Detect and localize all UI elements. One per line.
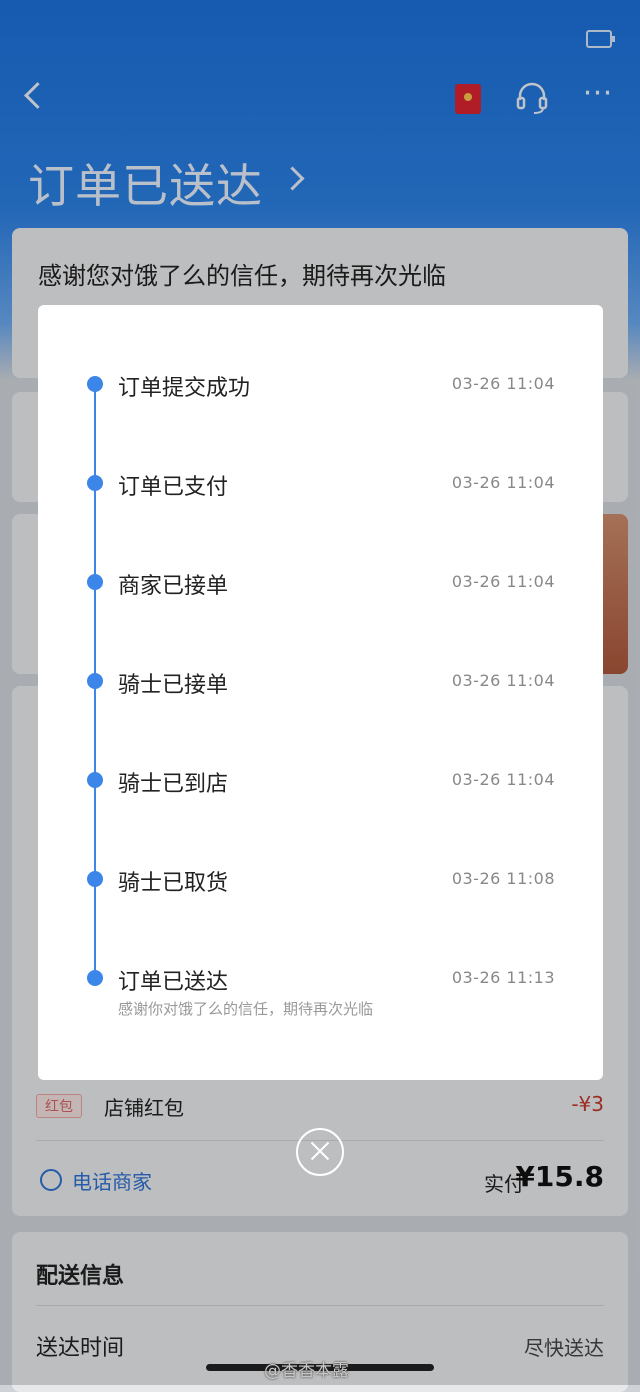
timeline-dot <box>87 673 103 689</box>
timeline-dot <box>87 475 103 491</box>
timeline-step: 订单已送达 03-26 11:13 感谢你对饿了么的信任，期待再次光临 <box>38 964 603 1024</box>
timeline-dot <box>87 574 103 590</box>
step-time: 03-26 11:13 <box>451 968 555 987</box>
step-time: 03-26 11:04 <box>451 671 555 690</box>
step-label: 骑士已到店 <box>118 772 229 797</box>
step-time: 03-26 11:04 <box>451 374 555 393</box>
step-label: 订单已送达 <box>118 970 229 995</box>
timeline-dot <box>87 772 103 788</box>
timeline-step: 骑士已接单 03-26 11:04 <box>38 667 603 727</box>
step-time: 03-26 11:04 <box>451 770 555 789</box>
step-time: 03-26 11:08 <box>451 869 555 888</box>
step-label: 商家已接单 <box>118 574 229 599</box>
close-modal-button[interactable] <box>296 1128 344 1176</box>
timeline-step: 骑士已取货 03-26 11:08 <box>38 865 603 925</box>
timeline-step: 商家已接单 03-26 11:04 <box>38 568 603 628</box>
timeline-step: 骑士已到店 03-26 11:04 <box>38 766 603 826</box>
timeline-dot <box>87 970 103 986</box>
timeline-dot <box>87 376 103 392</box>
step-label: 订单已支付 <box>118 475 229 500</box>
step-note: 感谢你对饿了么的信任，期待再次光临 <box>118 1000 374 1018</box>
step-time: 03-26 11:04 <box>451 473 555 492</box>
step-time: 03-26 11:04 <box>451 572 555 591</box>
timeline-dot <box>87 871 103 887</box>
step-label: 骑士已接单 <box>118 673 229 698</box>
timeline-step: 订单提交成功 03-26 11:04 <box>38 370 603 430</box>
step-label: 订单提交成功 <box>118 376 251 401</box>
step-label: 骑士已取货 <box>118 871 229 896</box>
order-timeline-modal: 订单提交成功 03-26 11:04 订单已支付 03-26 11:04 商家已… <box>38 305 603 1080</box>
timeline-step: 订单已支付 03-26 11:04 <box>38 469 603 529</box>
